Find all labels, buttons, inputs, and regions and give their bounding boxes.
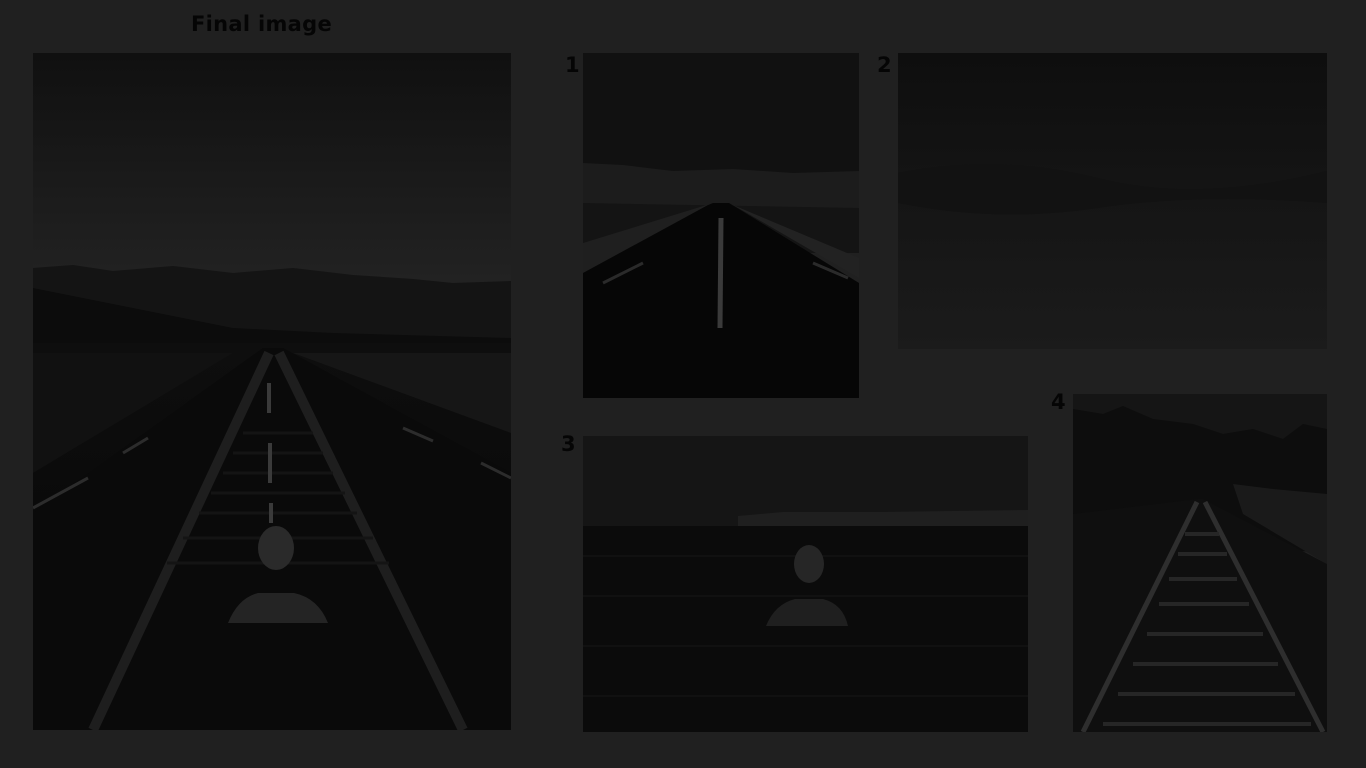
page-title: Final image [191,12,332,36]
step-number-2: 2 [877,53,892,77]
railway-tracks-image [1073,394,1327,732]
step-number-3: 3 [561,432,576,456]
road-image [583,53,859,398]
step-number-1: 1 [565,53,580,77]
sky-image [898,53,1327,349]
woman-in-water-image [583,436,1028,732]
step-number-4: 4 [1051,390,1066,414]
final-composite-image [33,53,511,730]
